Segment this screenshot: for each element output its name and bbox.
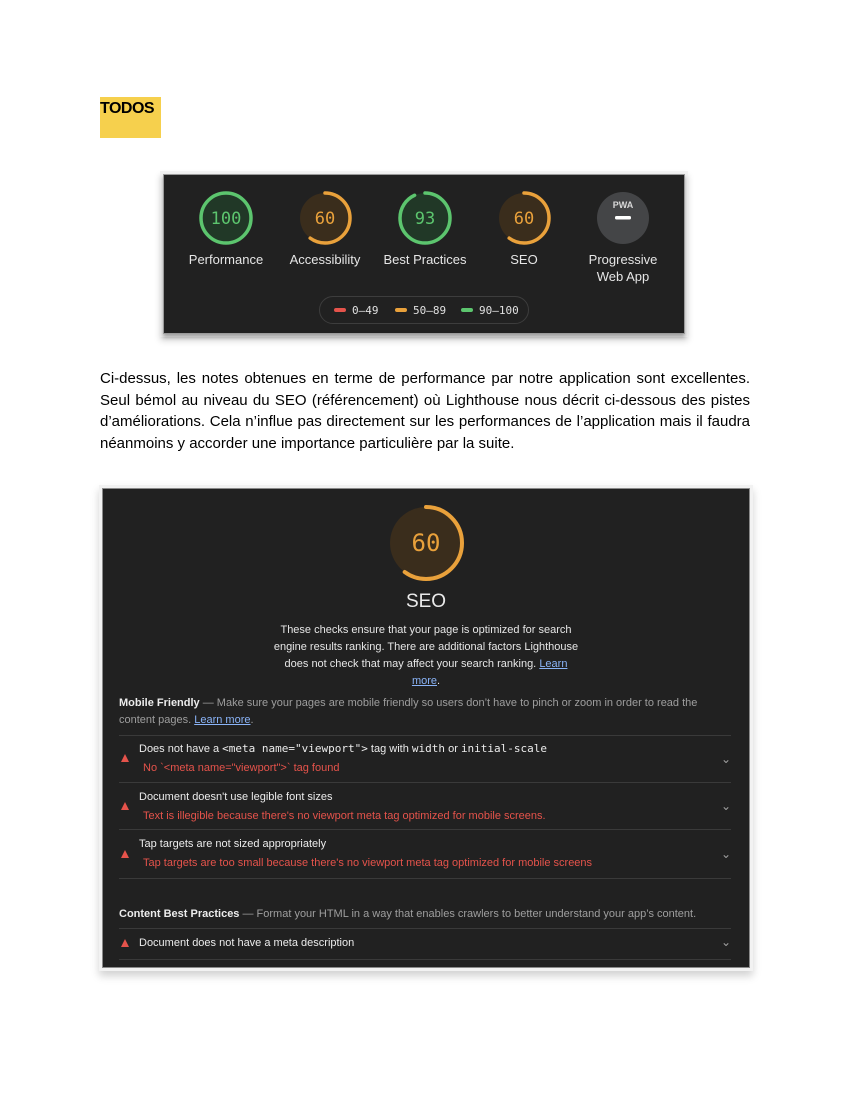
audit-title: Does not have a <meta name="viewport"> t… <box>139 742 548 755</box>
audit-font-sizes[interactable]: Document doesn't use legible font sizes … <box>119 782 731 830</box>
audit-title: Document does not have a meta descriptio… <box>139 937 355 949</box>
score-legend: 0–49 50–89 90–100 <box>319 296 529 324</box>
gauge-seo: 60 SEO <box>474 189 574 268</box>
heading-highlight: TODOS <box>100 97 161 138</box>
gauge-label: SEO <box>510 252 538 267</box>
audit-viewport[interactable]: Does not have a <meta name="viewport"> t… <box>119 735 731 783</box>
legend-average: 50–89 <box>395 304 446 317</box>
audit-title: Tap targets are not sized appropriately <box>139 838 327 850</box>
chevron-down-icon[interactable]: ⌄ <box>721 935 731 949</box>
mobile-friendly-section: Mobile Friendly — Make sure your pages a… <box>119 697 698 726</box>
chevron-down-icon[interactable]: ⌄ <box>721 799 731 813</box>
seo-description: These checks ensure that your page is op… <box>273 624 579 687</box>
gauge-accessibility: 60 Accessibility <box>275 189 375 268</box>
warning-icon <box>121 802 129 810</box>
gauge-best-practices: 93 Best Practices <box>375 189 475 268</box>
chevron-down-icon[interactable]: ⌄ <box>721 847 731 861</box>
warning-icon <box>121 850 129 858</box>
gauge-ring: 60 <box>298 191 352 245</box>
seo-details-screenshot: 60 SEO These checks ensure that your pag… <box>102 488 750 968</box>
heading-title: TODOS <box>100 100 155 117</box>
gauge-score: 60 <box>514 209 534 229</box>
chevron-down-icon[interactable]: ⌄ <box>721 752 731 766</box>
audit-meta-description[interactable]: Document does not have a meta descriptio… <box>119 928 731 960</box>
seo-score-value: 60 <box>412 529 441 557</box>
gauge-score: 93 <box>415 209 435 229</box>
mobile-friendly-title: Mobile Friendly <box>119 697 200 709</box>
analysis-paragraph: Ci-dessus, les notes obtenues en terme d… <box>100 370 750 452</box>
gauge-ring: 100 <box>199 191 253 245</box>
gauge-ring: 60 <box>497 191 551 245</box>
pwa-icon: PWA <box>597 192 649 244</box>
lighthouse-scores-screenshot: 100 Performance 60 Accessibility 93 Best… <box>163 174 685 334</box>
gauge-score: 60 <box>315 209 335 229</box>
warning-icon <box>121 754 129 762</box>
audit-detail: No `<meta name="viewport">` tag found <box>143 762 340 774</box>
audit-detail: Text is illegible because there's no vie… <box>143 810 546 822</box>
seo-title: SEO <box>405 591 447 612</box>
legend-fail: 0–49 <box>334 304 379 317</box>
gauge-label: Progressive Web App <box>588 252 658 284</box>
gauge-label: Best Practices <box>383 252 467 267</box>
content-best-practices-title: Content Best Practices <box>119 908 240 920</box>
content-best-practices-section: Content Best Practices — Format your HTM… <box>119 908 697 920</box>
gauge-score: 100 <box>211 209 242 229</box>
audit-tap-targets[interactable]: Tap targets are not sized appropriately … <box>119 829 731 879</box>
mobile-learn-more-link[interactable]: Learn more <box>194 714 250 726</box>
audit-detail: Tap targets are too small because there'… <box>143 857 593 869</box>
gauge-label: Performance <box>188 252 264 267</box>
audit-title: Document doesn't use legible font sizes <box>139 791 333 803</box>
gauge-label: Accessibility <box>289 252 361 267</box>
gauge-performance: 100 Performance <box>176 189 276 268</box>
seo-score-gauge: 60 <box>386 503 466 588</box>
gauge-ring: 93 <box>398 191 452 245</box>
legend-pass: 90–100 <box>461 304 519 317</box>
pwa-badge-text: PWA <box>613 200 634 210</box>
gauge-pwa: PWA Progressive Web App <box>573 189 673 285</box>
warning-icon <box>121 939 129 947</box>
